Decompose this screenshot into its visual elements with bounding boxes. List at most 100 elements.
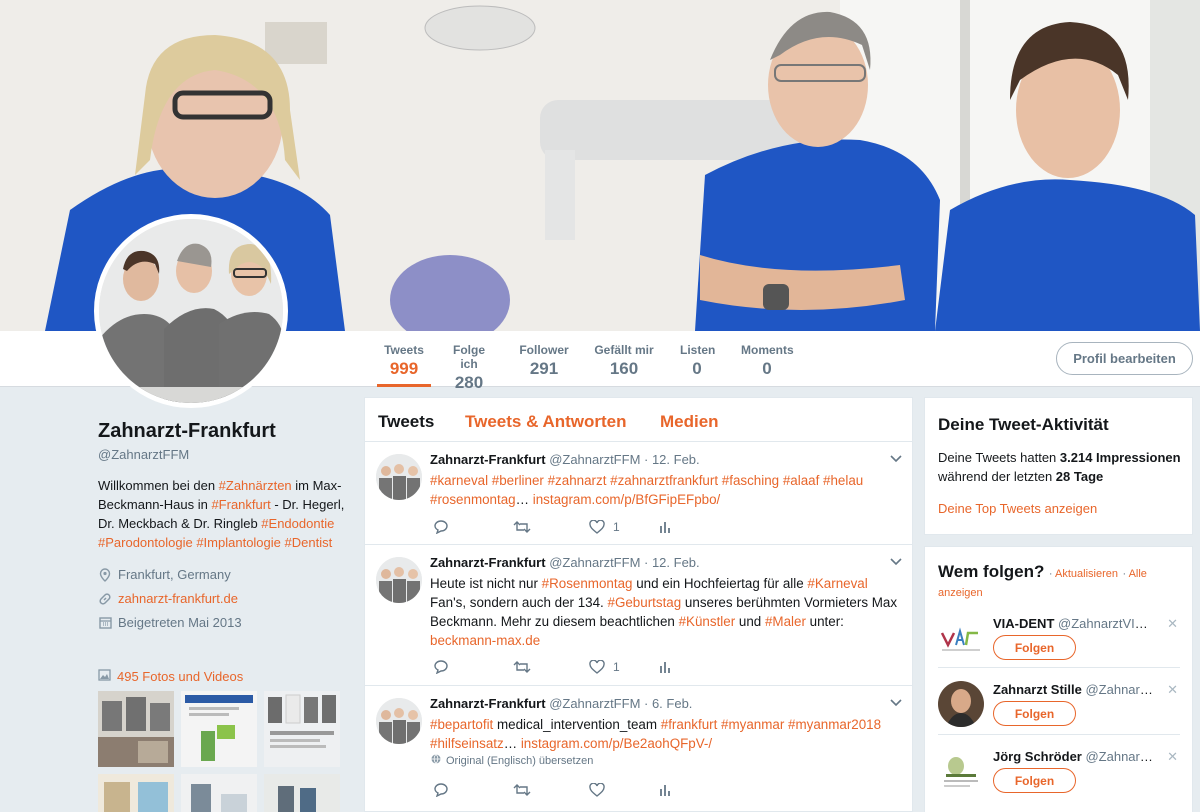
tweet-text-part: Fan's, sondern auch der 134.	[430, 595, 608, 610]
analytics-icon[interactable]	[659, 659, 671, 674]
location-icon	[98, 567, 112, 582]
tweet-avatar[interactable]	[376, 454, 422, 500]
photo-thumbnail[interactable]	[264, 774, 340, 812]
tweet-item[interactable]: Zahnarzt-Frankfurt @ZahnarztFFM · 6. Feb…	[365, 686, 912, 811]
suggestion-avatar[interactable]	[938, 615, 984, 661]
photo-thumbnail[interactable]	[181, 691, 257, 767]
photos-section: 495 Fotos und Videos	[98, 669, 243, 684]
stat-value: 160	[609, 359, 639, 378]
like-button[interactable]: 1	[589, 659, 659, 674]
stat-moments[interactable]: Moments 0	[741, 343, 794, 379]
profile-location: Frankfurt, Germany	[98, 567, 348, 582]
tweet-hashtag[interactable]: #Geburtstag	[608, 595, 682, 610]
follow-button[interactable]: Folgen	[993, 701, 1076, 726]
top-tweets-link[interactable]: Deine Top Tweets anzeigen	[938, 499, 1097, 518]
edit-profile-button[interactable]: Profil bearbeiten	[1056, 342, 1193, 375]
reply-icon[interactable]	[433, 782, 513, 797]
like-icon[interactable]	[589, 782, 659, 797]
suggestion-item[interactable]: Zahnarzt Stille @Zahnarzt… ✕ Folgen	[925, 673, 1192, 739]
photo-thumbnail[interactable]	[181, 774, 257, 812]
tweet-avatar[interactable]	[376, 698, 422, 744]
bio-hashtag[interactable]: #Implantologie	[196, 535, 281, 550]
analytics-icon[interactable]	[659, 519, 671, 534]
chevron-down-icon[interactable]	[890, 555, 902, 569]
suggestion-name[interactable]: Zahnarzt Stille @Zahnarzt…	[993, 682, 1153, 697]
reply-icon[interactable]	[433, 659, 513, 674]
divider	[938, 667, 1180, 668]
suggestion-handle: @Zahnarzt…	[1085, 682, 1153, 697]
bio-hashtag[interactable]: #Parodontologie	[98, 535, 193, 550]
stat-followers[interactable]: Follower 291	[519, 343, 569, 379]
chevron-down-icon[interactable]	[890, 452, 902, 466]
suggestion-item[interactable]: VIA-DENT @ZahnarztVIAD… ✕ Folgen	[925, 607, 1192, 673]
close-icon[interactable]: ✕	[1167, 749, 1178, 765]
profile-avatar[interactable]	[94, 214, 288, 408]
like-icon	[589, 659, 605, 674]
tweet-hashtag[interactable]: #Karneval	[807, 576, 867, 591]
stat-following[interactable]: Folge ich 280	[444, 343, 494, 393]
refresh-link[interactable]: Aktualisieren	[1055, 568, 1118, 580]
bio-hashtag[interactable]: #Zahnärzten	[219, 478, 292, 493]
like-count: 1	[613, 519, 620, 534]
tweet-link[interactable]: beckmann-max.de	[430, 633, 540, 648]
suggestion-avatar[interactable]	[938, 681, 984, 727]
reply-icon[interactable]	[433, 519, 513, 534]
tweet-avatar[interactable]	[376, 557, 422, 603]
tweet-author[interactable]: Zahnarzt-Frankfurt	[430, 452, 546, 467]
tweet-actions: 1	[433, 659, 671, 674]
stat-likes[interactable]: Gefällt mir 160	[594, 343, 654, 379]
tweet-author[interactable]: Zahnarzt-Frankfurt	[430, 696, 546, 711]
tab-media[interactable]: Medien	[660, 412, 719, 432]
tweet-text-part: medical_intervention_team	[493, 717, 661, 732]
tweet-hashtag[interactable]: #rosenmontag	[430, 492, 516, 507]
tab-tweets-replies[interactable]: Tweets & Antworten	[465, 412, 627, 432]
tweet-item[interactable]: Zahnarzt-Frankfurt @ZahnarztFFM · 12. Fe…	[365, 442, 912, 545]
website-link[interactable]: zahnarzt-frankfurt.de	[118, 591, 238, 606]
photo-thumbnail[interactable]	[98, 691, 174, 767]
chevron-down-icon[interactable]	[890, 696, 902, 710]
bio-hashtag[interactable]: #Endodontie	[261, 516, 334, 531]
retweet-icon[interactable]	[513, 782, 589, 797]
tweet-hashtag[interactable]: #bepartofit	[430, 717, 493, 732]
translate-link[interactable]: Original (Englisch) übersetzen	[431, 754, 593, 767]
suggestion-name[interactable]: VIA-DENT @ZahnarztVIAD…	[993, 616, 1153, 631]
retweet-icon[interactable]	[513, 659, 589, 674]
bio-hashtag[interactable]: #Frankfurt	[211, 497, 270, 512]
avatar-photo	[99, 219, 283, 403]
tab-tweets[interactable]: Tweets	[378, 412, 434, 432]
stat-tweets[interactable]: Tweets 999	[377, 343, 431, 387]
close-icon[interactable]: ✕	[1167, 616, 1178, 632]
tweet-hashtag[interactable]: #Künstler	[679, 614, 736, 629]
stat-lists[interactable]: Listen 0	[680, 343, 715, 379]
follow-button[interactable]: Folgen	[993, 635, 1076, 660]
tweet-link[interactable]: instagram.com/p/Be2aohQFpV-/	[521, 736, 712, 751]
tweet-hashtag[interactable]: #hilfseinsatz	[430, 736, 504, 751]
close-icon[interactable]: ✕	[1167, 682, 1178, 698]
joined-text: Beigetreten Mai 2013	[118, 615, 242, 630]
stat-label: Folge ich	[453, 343, 485, 371]
tweet-item[interactable]: Zahnarzt-Frankfurt @ZahnarztFFM · 12. Fe…	[365, 545, 912, 686]
tweet-text-part: und ein Hochfeiertag für alle	[632, 576, 808, 591]
profile-bio: Willkommen bei den #Zahnärzten im Max-Be…	[98, 476, 348, 552]
tweet-hashtags[interactable]: #frankfurt #myanmar #myanmar2018	[661, 717, 881, 732]
suggestion-avatar[interactable]	[938, 748, 984, 794]
retweet-icon[interactable]	[513, 519, 589, 534]
tweet-hashtag[interactable]: #Rosenmontag	[542, 576, 633, 591]
bio-hashtag[interactable]: #Dentist	[285, 535, 333, 550]
tweet-link[interactable]: instagram.com/p/BfGFipEFpbo/	[533, 492, 721, 507]
photo-thumbnail[interactable]	[98, 774, 174, 812]
suggestion-name[interactable]: Jörg Schröder @Zahnarztn…	[993, 749, 1153, 764]
tweet-author[interactable]: Zahnarzt-Frankfurt	[430, 555, 546, 570]
tweet-text: #bepartofit medical_intervention_team #f…	[430, 715, 900, 753]
photos-link[interactable]: 495 Fotos und Videos	[98, 669, 243, 684]
activity-summary: Deine Tweets hatten 3.214 Impressionen w…	[938, 448, 1188, 486]
stat-label: Follower	[519, 343, 569, 357]
analytics-icon[interactable]	[659, 782, 671, 797]
tweet-hashtag[interactable]: #Maler	[765, 614, 806, 629]
photo-thumbnail[interactable]	[264, 691, 340, 767]
like-button[interactable]: 1	[589, 519, 659, 534]
suggestion-item[interactable]: Jörg Schröder @Zahnarztn… ✕ Folgen	[925, 740, 1192, 806]
follow-button[interactable]: Folgen	[993, 768, 1076, 793]
profile-name[interactable]: Zahnarzt-Frankfurt	[98, 420, 348, 443]
tweet-hashtags[interactable]: #karneval #berliner #zahnarzt #zahnarztf…	[430, 473, 863, 488]
